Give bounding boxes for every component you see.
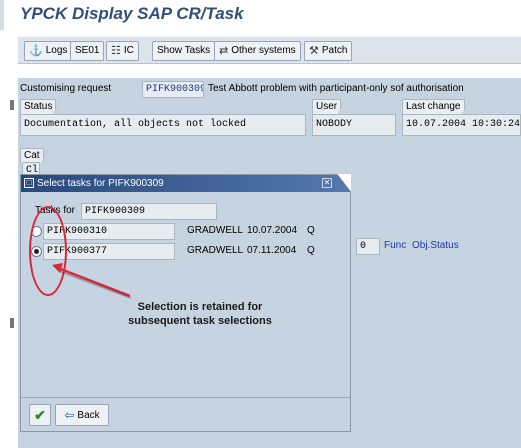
callout-arrow <box>52 263 132 299</box>
callout-line-2: subsequent task selections <box>128 315 272 327</box>
callout-text: Selection is retained for subsequent tas… <box>110 300 290 328</box>
callout-line-1: Selection is retained for <box>137 301 263 313</box>
